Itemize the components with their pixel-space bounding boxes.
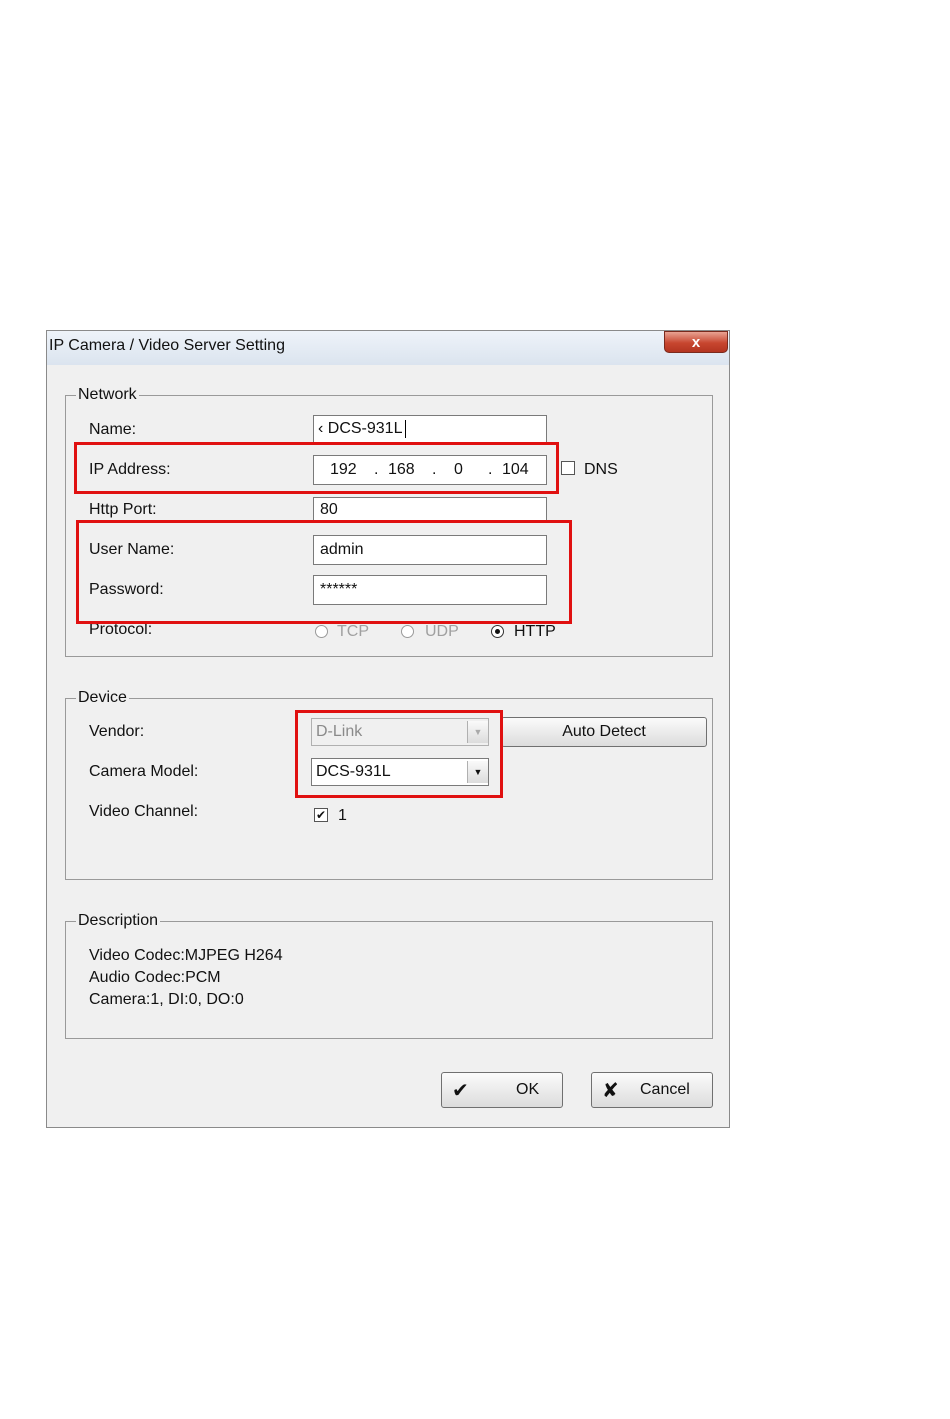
description-line: Audio Codec:PCM [89, 969, 221, 986]
credentials-highlight [76, 520, 572, 624]
video-channel-label: Video Channel: [89, 803, 199, 820]
description-line: Camera:1, DI:0, DO:0 [89, 991, 244, 1008]
dialog-title: IP Camera / Video Server Setting [49, 337, 285, 354]
ok-button[interactable]: ✔ OK [441, 1072, 563, 1108]
video-channel-checkbox[interactable]: ✔ [314, 808, 328, 822]
dns-checkbox[interactable] [561, 461, 575, 475]
description-text: Video Codec:MJPEG H264 Audio Codec:PCM C… [89, 945, 283, 1011]
protocol-udp-label: UDP [425, 623, 459, 640]
protocol-http-label: HTTP [514, 623, 556, 640]
close-icon: x [691, 333, 701, 351]
checkmark-icon: ✔ [452, 1079, 469, 1102]
description-line: Video Codec:MJPEG H264 [89, 947, 283, 964]
video-channel-value: 1 [338, 807, 347, 824]
http-port-label: Http Port: [89, 501, 157, 518]
model-highlight [295, 710, 503, 798]
network-legend: Network [76, 386, 139, 404]
protocol-udp-radio[interactable] [401, 625, 414, 638]
title-bar[interactable]: IP Camera / Video Server Setting x [47, 331, 729, 365]
cancel-x-icon: ✘ [602, 1079, 619, 1102]
ip-camera-dialog: IP Camera / Video Server Setting x Netwo… [46, 330, 730, 1128]
camera-model-label: Camera Model: [89, 763, 199, 780]
description-legend: Description [76, 912, 161, 930]
ip-address-highlight [74, 442, 559, 494]
protocol-tcp-radio[interactable] [315, 625, 328, 638]
text-cursor [405, 420, 407, 438]
vendor-label: Vendor: [89, 723, 145, 740]
protocol-tcp-label: TCP [337, 623, 369, 640]
dns-label: DNS [584, 461, 618, 478]
close-button[interactable]: x [664, 331, 728, 353]
auto-detect-button[interactable]: Auto Detect [501, 717, 707, 747]
name-label: Name: [89, 421, 137, 438]
name-input[interactable]: ‹ DCS-931L [313, 415, 547, 443]
cancel-button[interactable]: ✘ Cancel [591, 1072, 713, 1108]
device-legend: Device [76, 689, 129, 707]
protocol-http-radio[interactable] [491, 625, 504, 638]
